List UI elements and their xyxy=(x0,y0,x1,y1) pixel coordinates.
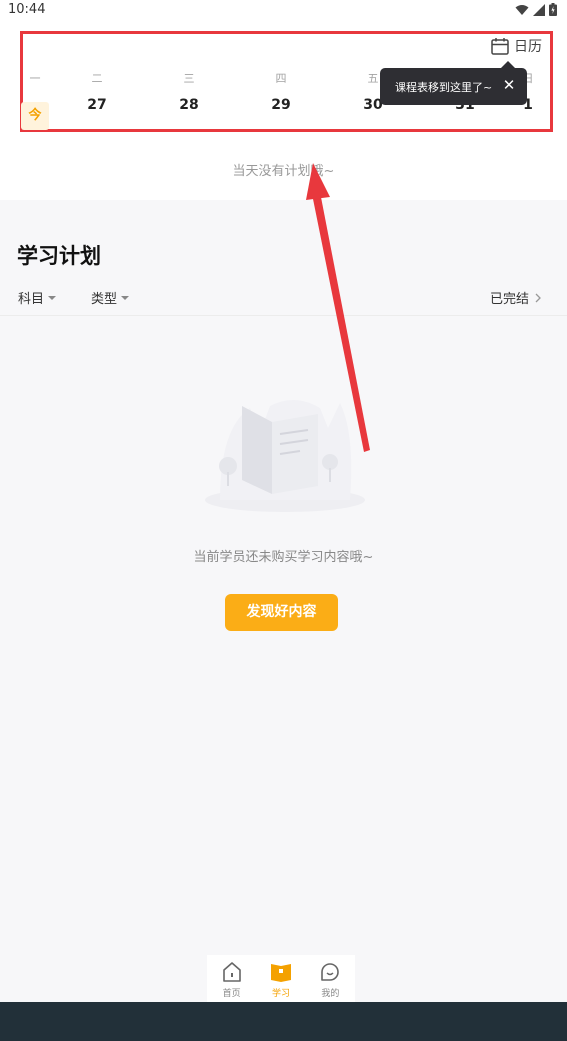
calendar-date[interactable]: 29 xyxy=(261,97,301,113)
tab-label: 我的 xyxy=(321,989,340,999)
wifi-icon xyxy=(515,4,529,15)
weekday-label: 三 xyxy=(183,72,195,85)
system-navigation-bar xyxy=(0,1002,567,1041)
caret-down-icon xyxy=(48,295,57,300)
calendar-button[interactable]: 日历 xyxy=(491,36,542,56)
empty-state-text: 当前学员还未购买学习内容哦~ xyxy=(193,550,374,565)
discover-content-button[interactable]: 发现好内容 xyxy=(225,594,338,631)
calendar-date[interactable]: 27 xyxy=(77,97,117,113)
chevron-right-icon xyxy=(535,293,541,302)
status-time: 10:44 xyxy=(8,2,46,17)
weekday-label: 四 xyxy=(275,72,287,85)
weekday-label: 一 xyxy=(29,72,41,85)
tab-profile[interactable]: 我的 xyxy=(306,955,355,1003)
completed-label: 已完结 xyxy=(489,292,529,307)
empty-state-illustration xyxy=(205,399,365,512)
schedule-moved-tooltip: 课程表移到这里了~ ✕ xyxy=(380,61,527,105)
signal-icon xyxy=(533,3,545,16)
no-plan-today-text: 当天没有计划哦~ xyxy=(232,164,335,179)
calendar-button-label: 日历 xyxy=(514,39,542,55)
tab-label: 学习 xyxy=(271,989,290,999)
profile-icon xyxy=(321,963,340,981)
subject-filter-label: 科目 xyxy=(18,292,45,307)
tab-study[interactable]: 学习 xyxy=(256,955,305,1003)
battery-icon xyxy=(549,3,557,16)
tab-home[interactable]: 首页 xyxy=(207,955,256,1003)
caret-down-icon xyxy=(121,295,130,300)
book-icon xyxy=(270,964,291,982)
tab-label: 首页 xyxy=(222,989,241,999)
type-filter[interactable]: 类型 xyxy=(91,288,130,307)
filter-row: 科目 类型 已完结 xyxy=(0,286,567,316)
home-icon xyxy=(222,962,241,982)
completed-link[interactable]: 已完结 xyxy=(490,288,541,307)
page-title: 学习计划 xyxy=(17,244,101,268)
status-bar: 10:44 xyxy=(0,0,567,22)
calendar-icon xyxy=(491,37,509,55)
subject-filter[interactable]: 科目 xyxy=(18,288,57,307)
close-icon[interactable]: ✕ xyxy=(501,77,517,93)
calendar-date[interactable]: 28 xyxy=(169,97,209,113)
bottom-tab-bar: 首页 学习 我的 xyxy=(207,955,355,1003)
today-date[interactable]: 今 xyxy=(21,102,49,130)
status-icons xyxy=(515,3,557,16)
weekday-label: 二 xyxy=(91,72,103,85)
tooltip-text: 课程表移到这里了~ xyxy=(395,80,493,94)
type-filter-label: 类型 xyxy=(91,292,118,307)
